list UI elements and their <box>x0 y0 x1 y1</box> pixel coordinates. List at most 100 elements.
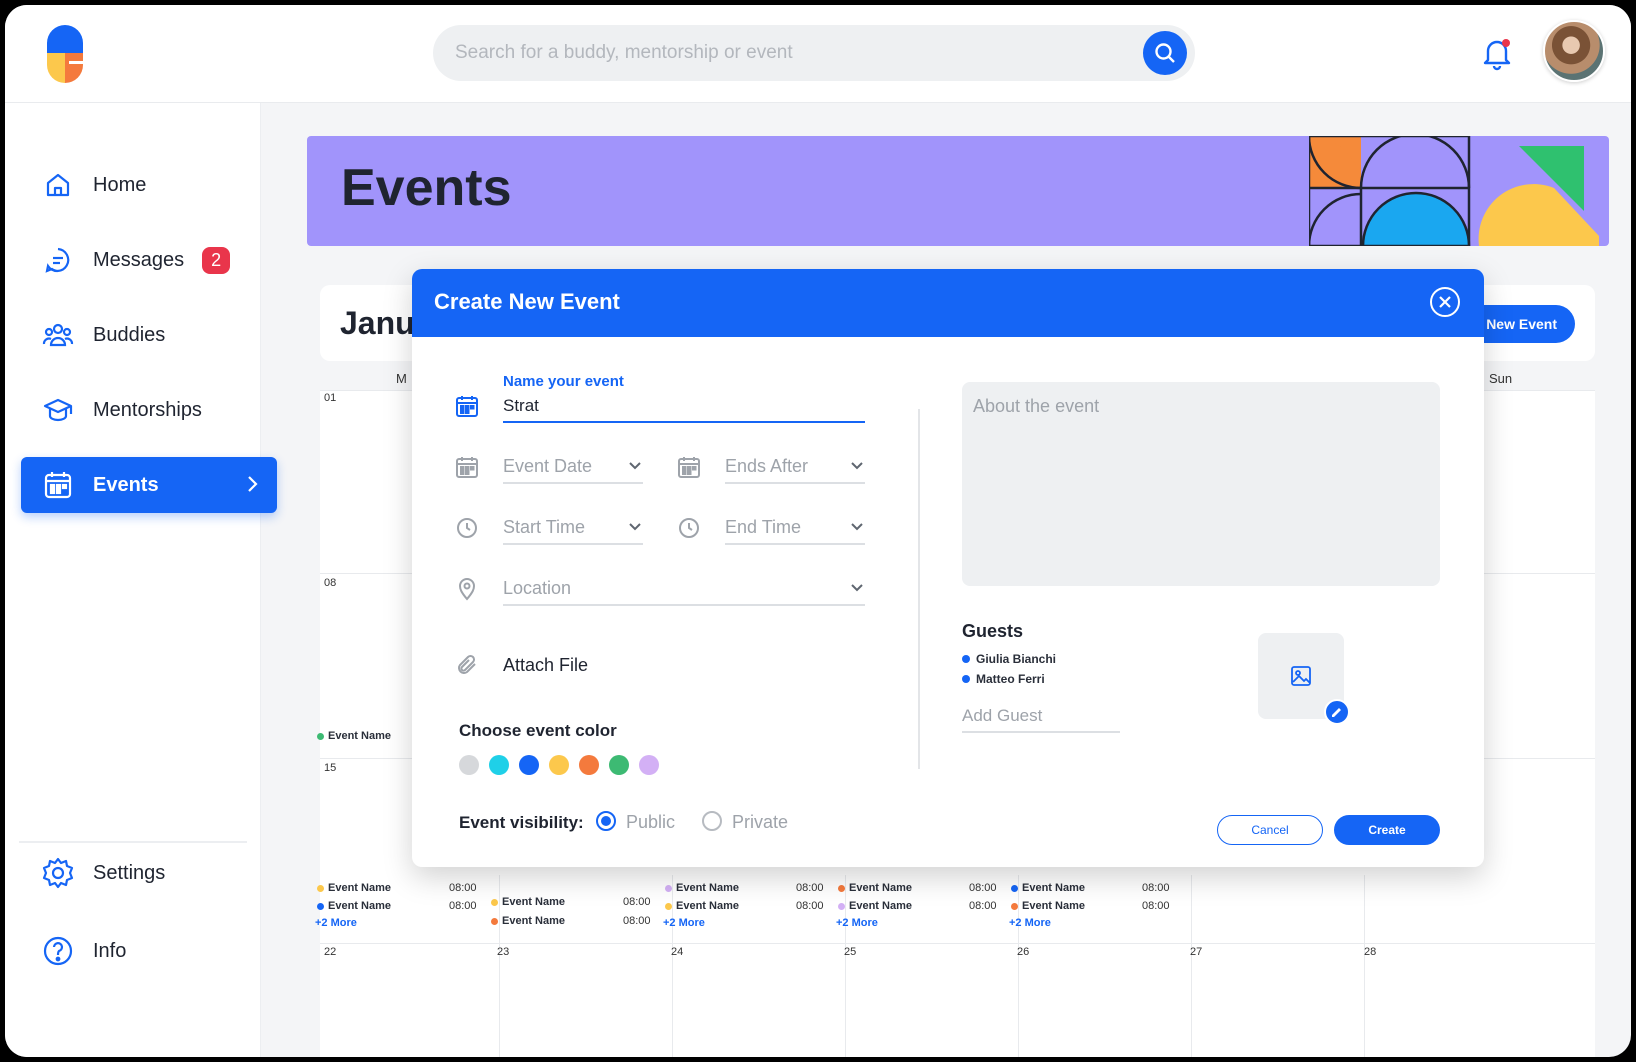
calendar-event[interactable]: Event Name <box>838 882 912 894</box>
color-swatch-lavender[interactable] <box>639 755 659 775</box>
visibility-label: Event visibility: <box>459 813 584 832</box>
sidebar-item-label: Home <box>93 173 147 196</box>
day-number: 27 <box>1190 946 1203 958</box>
day-number: 26 <box>1017 946 1030 958</box>
select-value: Start Time <box>503 516 586 537</box>
calendar-icon <box>454 454 480 480</box>
close-button[interactable] <box>1430 287 1460 317</box>
clock-icon <box>676 515 702 541</box>
location-select[interactable]: Location <box>503 572 865 606</box>
calendar-event[interactable]: Event Name <box>491 896 565 908</box>
help-icon <box>41 934 75 968</box>
event-time: 08:00 <box>449 882 477 894</box>
guests-title: Guests <box>962 621 1024 641</box>
color-swatch-yellow[interactable] <box>549 755 569 775</box>
avatar[interactable] <box>1543 20 1605 82</box>
add-guest-input[interactable] <box>962 701 1120 733</box>
calendar-event[interactable]: Event Name <box>1011 900 1085 912</box>
clock-icon <box>454 515 480 541</box>
calendar-event[interactable]: Event Name <box>1011 882 1085 894</box>
more-events-link[interactable]: +2 More <box>1009 917 1051 929</box>
sidebar: Home Messages 2 Buddies Mentorships Even… <box>5 103 277 1057</box>
calendar-event[interactable]: Event Name <box>317 882 391 894</box>
ends-after-select[interactable]: Ends After <box>725 450 865 484</box>
calendar-icon <box>676 454 702 480</box>
top-bar <box>5 5 1631 103</box>
home-icon <box>41 168 75 202</box>
pencil-icon <box>1332 708 1341 717</box>
create-button[interactable]: Create <box>1334 815 1440 845</box>
app-window: Home Messages 2 Buddies Mentorships Ev <box>5 5 1631 1057</box>
day-number: 25 <box>844 946 857 958</box>
event-time: 08:00 <box>623 915 651 927</box>
event-date-select[interactable]: Event Date <box>503 450 643 484</box>
attach-file-link[interactable]: Attach File <box>503 655 588 676</box>
event-time: 08:00 <box>969 900 997 912</box>
weekday-label: Sun <box>1489 371 1513 386</box>
sidebar-item-buddies[interactable]: Buddies <box>21 307 273 363</box>
image-icon <box>1291 666 1311 686</box>
event-time: 08:00 <box>449 900 477 912</box>
column-divider <box>918 409 920 769</box>
calendar-event[interactable]: Event Name <box>317 900 391 912</box>
select-value: Event Date <box>503 455 593 476</box>
day-number: 28 <box>1364 946 1377 958</box>
sidebar-item-mentorships[interactable]: Mentorships <box>21 382 273 438</box>
color-swatch-gray[interactable] <box>459 755 479 775</box>
page-title: Events <box>341 159 512 217</box>
day-number: 15 <box>324 762 337 774</box>
about-event-textarea[interactable] <box>962 382 1440 586</box>
search-button[interactable] <box>1143 31 1187 75</box>
sidebar-item-home[interactable]: Home <box>21 157 273 213</box>
sidebar-divider <box>19 841 247 843</box>
calendar-event[interactable]: Event Name <box>665 882 739 894</box>
sidebar-item-label: Buddies <box>93 323 166 346</box>
day-number: 22 <box>324 946 337 958</box>
event-time: 08:00 <box>969 882 997 894</box>
color-swatch-blue[interactable] <box>519 755 539 775</box>
chevron-down-icon <box>629 462 641 470</box>
calendar-icon <box>454 393 480 419</box>
sidebar-item-messages[interactable]: Messages 2 <box>21 232 273 288</box>
more-events-link[interactable]: +2 More <box>315 917 357 929</box>
search-input[interactable] <box>433 25 1195 81</box>
color-swatch-cyan[interactable] <box>489 755 509 775</box>
more-events-link[interactable]: +2 More <box>663 917 705 929</box>
search-icon <box>1155 43 1175 63</box>
paperclip-icon[interactable] <box>454 652 480 678</box>
public-radio[interactable] <box>596 811 616 831</box>
end-time-select[interactable]: End Time <box>725 511 865 545</box>
calendar-event[interactable]: Event Name <box>317 730 391 742</box>
event-time: 08:00 <box>1142 900 1170 912</box>
calendar-event[interactable]: Event Name <box>491 915 565 927</box>
color-swatch-orange[interactable] <box>579 755 599 775</box>
event-time: 08:00 <box>796 882 824 894</box>
month-title: Janu <box>340 305 415 341</box>
edit-image-button[interactable] <box>1324 699 1350 725</box>
private-radio-label[interactable]: Private <box>732 812 788 833</box>
event-name-input[interactable] <box>503 391 865 423</box>
color-section-title: Choose event color <box>459 721 617 740</box>
start-time-select[interactable]: Start Time <box>503 511 643 545</box>
chevron-down-icon <box>851 462 863 470</box>
gear-icon <box>41 856 75 890</box>
cancel-button[interactable]: Cancel <box>1217 815 1323 845</box>
bell-icon[interactable] <box>1479 35 1515 71</box>
sidebar-item-settings[interactable]: Settings <box>21 845 273 901</box>
more-events-link[interactable]: +2 More <box>836 917 878 929</box>
banner-decoration <box>1309 136 1599 246</box>
event-name-label: Name your event <box>503 373 624 390</box>
sidebar-item-events[interactable]: Events <box>21 457 277 513</box>
sidebar-item-label: Messages <box>93 248 185 271</box>
sidebar-item-label: Settings <box>93 861 166 884</box>
color-swatch-green[interactable] <box>609 755 629 775</box>
event-time: 08:00 <box>1142 882 1170 894</box>
event-time: 08:00 <box>623 896 651 908</box>
public-radio-label[interactable]: Public <box>626 812 675 833</box>
calendar-event[interactable]: Event Name <box>838 900 912 912</box>
message-icon <box>41 243 75 277</box>
private-radio[interactable] <box>702 811 722 831</box>
logo[interactable] <box>43 21 87 83</box>
calendar-event[interactable]: Event Name <box>665 900 739 912</box>
sidebar-item-info[interactable]: Info <box>21 923 273 979</box>
